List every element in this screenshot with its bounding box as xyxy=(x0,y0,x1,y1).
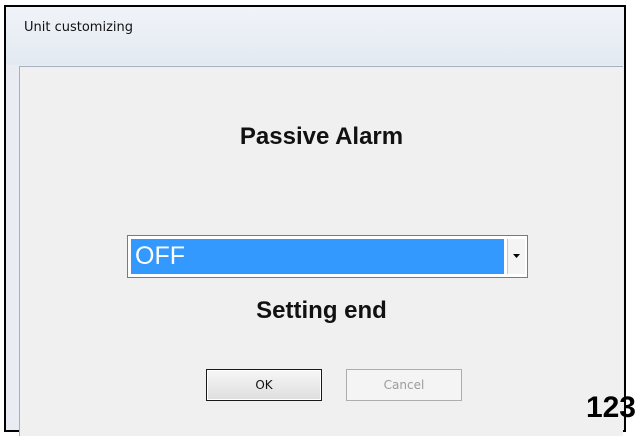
setting-heading: Passive Alarm xyxy=(239,123,404,150)
cancel-button[interactable]: Cancel xyxy=(346,369,462,401)
status-text: Setting end xyxy=(256,297,387,324)
page-number: 123 xyxy=(585,391,636,424)
passive-alarm-dropdown[interactable]: OFF xyxy=(127,235,528,278)
chevron-down-icon xyxy=(513,254,520,258)
dropdown-arrow-button[interactable] xyxy=(507,239,525,274)
ok-button[interactable]: OK xyxy=(206,369,322,401)
dialog-body: Passive Alarm OFF Setting end OK Cancel xyxy=(19,66,623,436)
dialog-window: Unit customizing Passive Alarm OFF Setti… xyxy=(4,5,626,436)
window-title: Unit customizing xyxy=(24,20,134,35)
page: Unit customizing Passive Alarm OFF Setti… xyxy=(0,0,638,445)
title-bar[interactable]: Unit customizing xyxy=(6,7,624,65)
dropdown-selected-value: OFF xyxy=(131,239,504,274)
